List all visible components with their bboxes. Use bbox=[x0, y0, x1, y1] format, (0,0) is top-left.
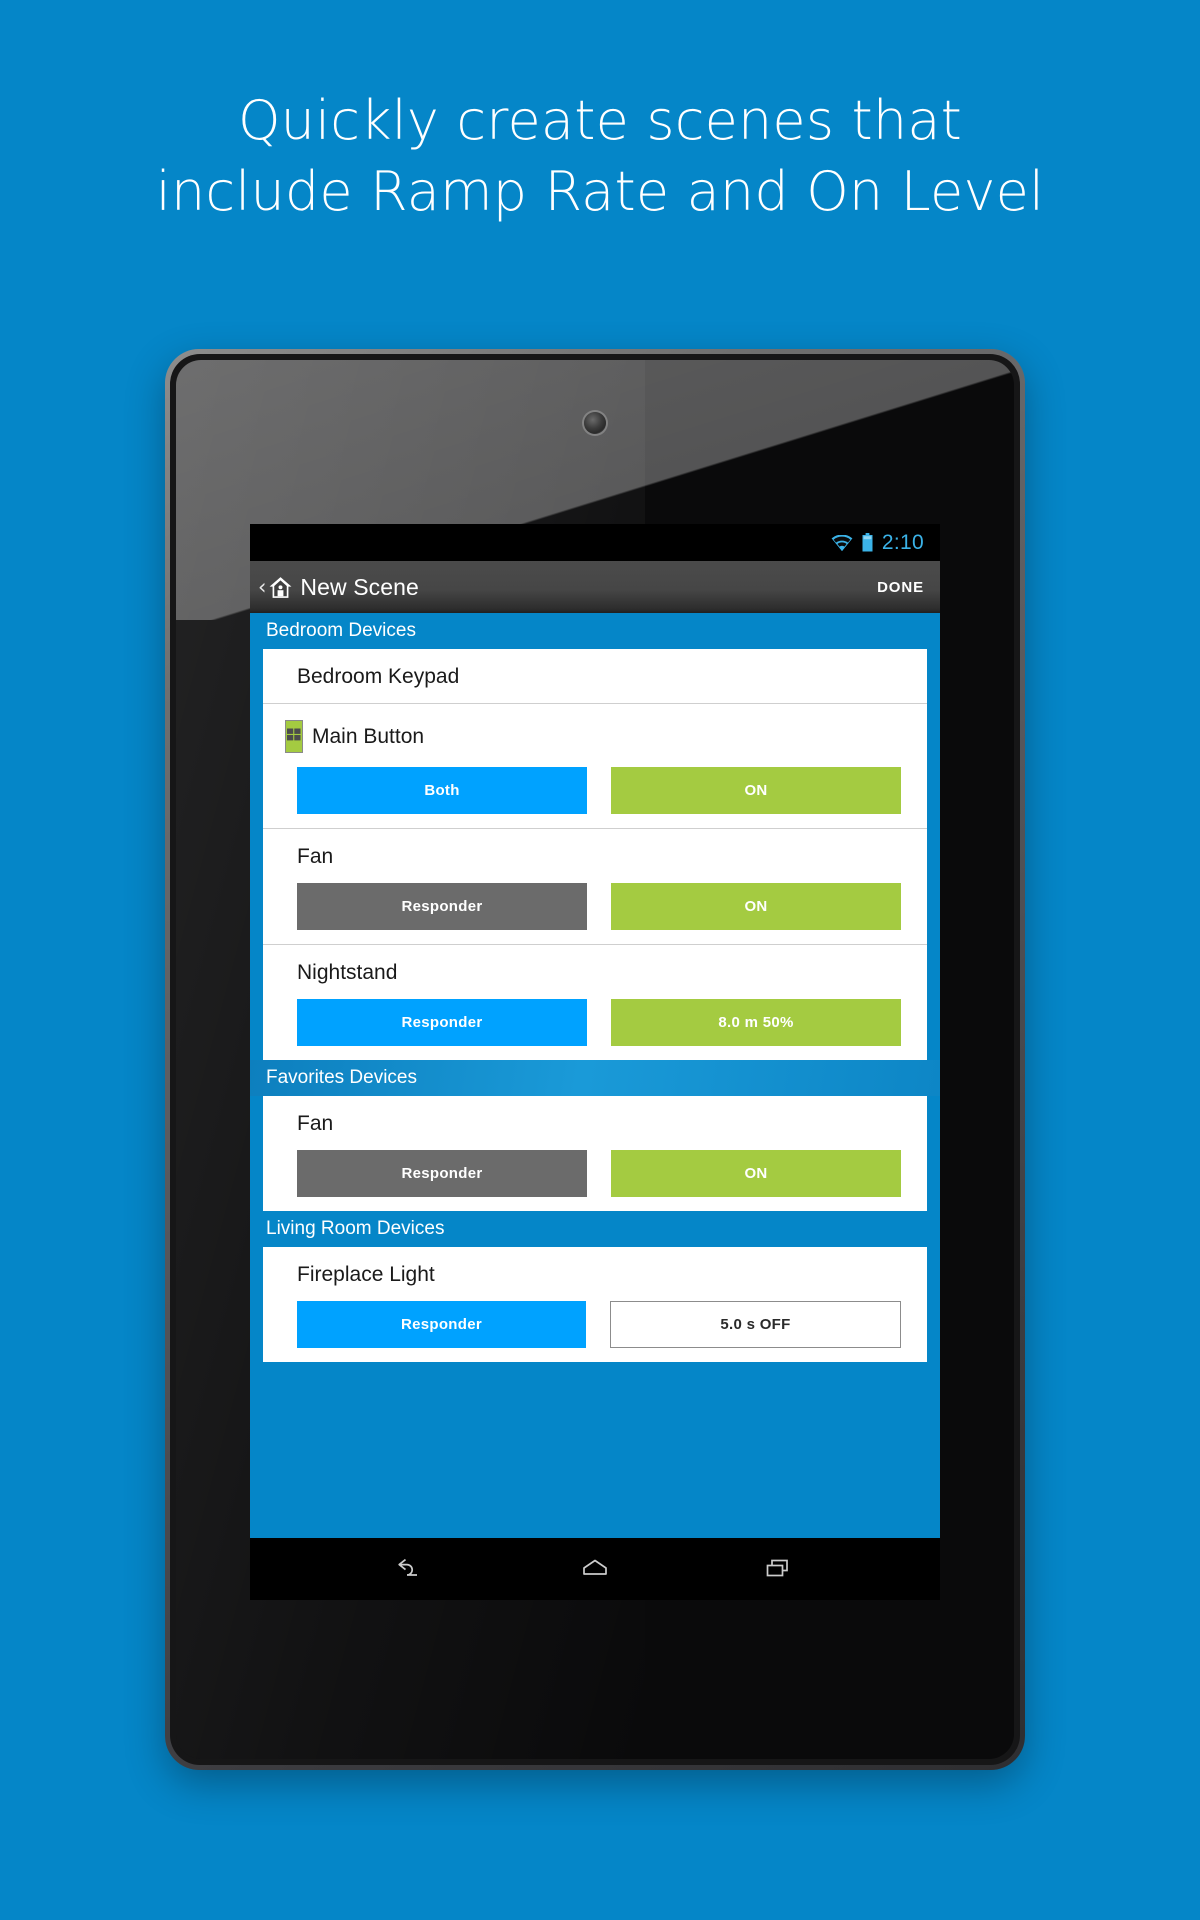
headline-line-2: include Ramp Rate and On Level bbox=[155, 160, 1045, 224]
device-name-label: Main Button bbox=[312, 724, 425, 748]
device-row-nightstand[interactable]: Nightstand Responder 8.0 m 50% bbox=[263, 945, 927, 1060]
status-bar-clock: 2:10 bbox=[881, 530, 924, 554]
on-level-button[interactable]: ON bbox=[611, 1150, 901, 1197]
link-mode-button[interactable]: Responder bbox=[297, 1301, 586, 1348]
device-card-favorites: Fan Responder ON bbox=[263, 1096, 927, 1211]
device-row-fireplace-light[interactable]: Fireplace Light Responder 5.0 s OFF bbox=[263, 1247, 927, 1362]
device-controls: Responder 8.0 m 50% bbox=[263, 985, 927, 1046]
device-name-label: Fan bbox=[297, 1112, 334, 1135]
recents-icon[interactable] bbox=[761, 1555, 795, 1583]
device-name-label: Nightstand bbox=[297, 961, 398, 984]
section-header-bedroom: Bedroom Devices bbox=[266, 620, 416, 641]
device-name-label: Fireplace Light bbox=[297, 1263, 435, 1286]
section-header-favorites: Favorites Devices bbox=[250, 1060, 940, 1096]
promo-headline: Quickly create scenes that include Ramp … bbox=[0, 85, 1200, 228]
link-mode-button[interactable]: Both bbox=[297, 767, 587, 814]
home-nav-icon[interactable] bbox=[578, 1555, 612, 1583]
action-bar: ‹ New Scene DONE bbox=[250, 561, 940, 613]
device-name-label: Fan bbox=[297, 845, 334, 868]
battery-icon bbox=[862, 533, 873, 552]
tablet-device-mockup: 2:10 ‹ New Scene DONE Bedroom Devices Be… bbox=[165, 349, 1025, 1770]
device-controls: Responder 5.0 s OFF bbox=[263, 1287, 927, 1348]
device-row-main-button[interactable]: Main Button Both ON bbox=[263, 704, 927, 829]
on-level-button[interactable]: ON bbox=[611, 883, 901, 930]
ramp-rate-on-level-button[interactable]: 5.0 s OFF bbox=[610, 1301, 901, 1348]
wifi-icon bbox=[831, 534, 853, 551]
tablet-glass: 2:10 ‹ New Scene DONE Bedroom Devices Be… bbox=[176, 360, 1014, 1759]
page-title: New Scene bbox=[300, 573, 419, 600]
back-chevron-icon[interactable]: ‹ bbox=[258, 576, 266, 598]
device-name-label: Bedroom Keypad bbox=[297, 665, 460, 688]
device-controls: Responder ON bbox=[263, 869, 927, 930]
tablet-bezel: 2:10 ‹ New Scene DONE Bedroom Devices Be… bbox=[170, 354, 1020, 1765]
on-level-button[interactable]: ON bbox=[611, 767, 901, 814]
device-name: Fireplace Light bbox=[263, 1263, 927, 1287]
keypad-icon bbox=[285, 720, 303, 753]
front-camera-icon bbox=[584, 412, 606, 434]
link-mode-button[interactable]: Responder bbox=[297, 883, 587, 930]
back-arrow-icon[interactable] bbox=[395, 1555, 429, 1583]
device-controls: Responder ON bbox=[263, 1136, 927, 1197]
headline-line-1: Quickly create scenes that bbox=[237, 89, 963, 152]
app-screen: 2:10 ‹ New Scene DONE Bedroom Devices Be… bbox=[250, 524, 940, 1600]
ramp-rate-on-level-button[interactable]: 8.0 m 50% bbox=[611, 999, 901, 1046]
device-list[interactable]: Bedroom Devices Bedroom Keypad Main Butt… bbox=[250, 613, 940, 1538]
device-card-living-room: Fireplace Light Responder 5.0 s OFF bbox=[263, 1247, 927, 1362]
device-row-fan[interactable]: Fan Responder ON bbox=[263, 829, 927, 945]
device-name: Fan bbox=[263, 845, 927, 869]
device-name: Fan bbox=[263, 1112, 927, 1136]
device-name: Bedroom Keypad bbox=[263, 665, 927, 689]
device-name: Main Button bbox=[263, 720, 927, 753]
device-row-fan-favorite[interactable]: Fan Responder ON bbox=[263, 1096, 927, 1211]
link-mode-button[interactable]: Responder bbox=[297, 1150, 587, 1197]
device-card-bedroom: Bedroom Keypad Main Button Both ON Fan R… bbox=[263, 649, 927, 1060]
device-row-bedroom-keypad[interactable]: Bedroom Keypad bbox=[263, 649, 927, 704]
link-mode-button[interactable]: Responder bbox=[297, 999, 587, 1046]
section-header-living-room: Living Room Devices bbox=[266, 1218, 445, 1239]
device-controls: Both ON bbox=[263, 753, 927, 814]
home-icon[interactable] bbox=[268, 575, 293, 600]
android-navigation-bar bbox=[250, 1538, 940, 1600]
done-button[interactable]: DONE bbox=[877, 579, 924, 596]
status-bar: 2:10 bbox=[250, 524, 940, 561]
device-name: Nightstand bbox=[263, 961, 927, 985]
